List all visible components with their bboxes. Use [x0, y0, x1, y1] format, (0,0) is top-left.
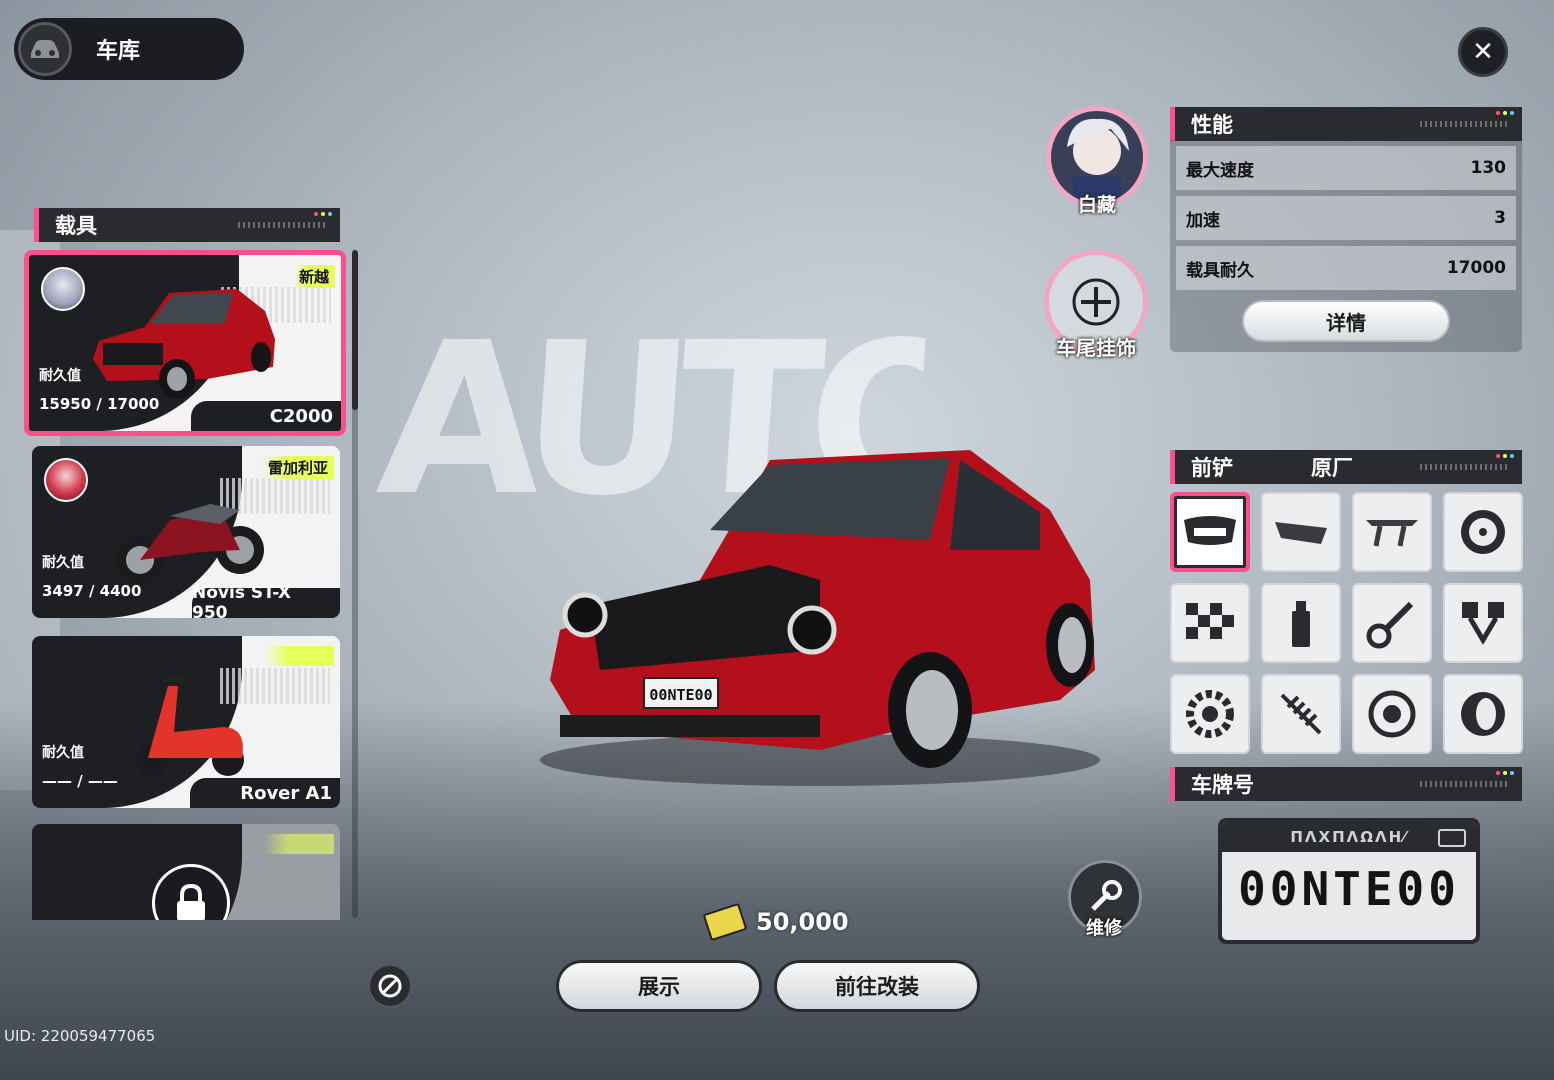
details-button[interactable]: 详情	[1242, 300, 1450, 342]
user-id: UID: 220059477065	[4, 1027, 156, 1045]
owner-avatar	[41, 267, 85, 311]
part-slot-spoiler[interactable]	[1352, 492, 1432, 572]
vehicle-name: Rover A1	[190, 778, 340, 808]
close-button[interactable]: ✕	[1458, 27, 1508, 77]
hide-ui-button[interactable]	[368, 964, 412, 1008]
vehicle-brand-badge: 新越	[292, 265, 335, 288]
tire-icon	[1461, 692, 1505, 736]
parts-header: 前铲 原厂	[1170, 450, 1522, 484]
performance-title: 性能	[1191, 113, 1233, 137]
suspension-arm-icon	[1366, 601, 1414, 649]
character-name: 白藏	[1077, 194, 1116, 216]
spray-can-icon	[1292, 601, 1310, 647]
cash-icon	[702, 902, 748, 942]
vehicle-thumbnail	[93, 289, 275, 399]
stat-value: 130	[1470, 158, 1507, 178]
part-slot-rear-bumper[interactable]	[1261, 492, 1341, 572]
vehicle-card-locked[interactable]	[32, 824, 340, 920]
close-icon: ✕	[1472, 37, 1494, 67]
parts-grid	[1170, 492, 1524, 756]
part-slot-paint[interactable]	[1261, 583, 1341, 663]
svg-text:00NTE00: 00NTE00	[649, 686, 712, 704]
vehicle-list[interactable]: 新越 耐久值 15950 / 17000 C2000 雷加利亚 耐久值 3497…	[24, 250, 346, 920]
plate-header: 车牌号	[1170, 767, 1522, 801]
part-slot-tire[interactable]	[1443, 674, 1523, 754]
garage-header: 车库	[14, 18, 244, 80]
spoiler-icon	[1366, 520, 1418, 547]
part-slot-livery[interactable]	[1170, 583, 1250, 663]
rear-bumper-icon	[1275, 522, 1327, 544]
go-modify-button[interactable]: 前往改装	[774, 960, 980, 1012]
vehicle-thumbnail	[136, 676, 244, 776]
part-slot-turbo[interactable]	[1170, 674, 1250, 754]
part-slot-engine[interactable]	[1443, 583, 1523, 663]
stat-label: 载具耐久	[1186, 260, 1254, 281]
checker-livery-icon	[1186, 603, 1234, 639]
front-bumper-icon	[1184, 516, 1236, 545]
part-category: 前铲	[1191, 456, 1233, 480]
stat-durability: 载具耐久 17000	[1176, 246, 1516, 290]
vehicle-card-c2000[interactable]: 新越 耐久值 15950 / 17000 C2000	[24, 250, 346, 436]
vehicle-brand-badge	[264, 646, 334, 666]
spring-icon	[1280, 693, 1322, 735]
durability-label: 耐久值	[42, 555, 84, 571]
durability-value: 3497 / 4400	[42, 582, 142, 600]
part-slot-front-bumper[interactable]	[1170, 492, 1250, 572]
plate-number: 00NTE00	[1238, 862, 1460, 916]
part-slot-suspension[interactable]	[1352, 583, 1432, 663]
wrench-icon	[1091, 880, 1122, 911]
display-button[interactable]: 展示	[556, 960, 762, 1012]
turbo-gear-icon	[1186, 690, 1234, 738]
vehicle-list-scrollbar[interactable]	[352, 250, 358, 918]
brake-disc-icon	[1368, 690, 1416, 738]
durability-value: 15950 / 17000	[39, 395, 160, 413]
vehicle-name: C2000	[191, 401, 341, 431]
vehicle-name: Novis ST-X 950	[192, 583, 340, 618]
part-slot-shock[interactable]	[1261, 674, 1341, 754]
performance-header: 性能	[1170, 107, 1522, 141]
plate-title: 车牌号	[1191, 773, 1254, 797]
vehicle-card-rover[interactable]: 耐久值 —— / —— Rover A1	[32, 636, 340, 808]
license-plate[interactable]: ΠΛΧΠΛΩΛΗ⁄ 00NTE00	[1218, 818, 1480, 944]
tail-ornament-label: 车尾挂饰	[1056, 336, 1136, 360]
vehicles-panel-title: 载具	[55, 214, 97, 238]
add-icon	[1072, 278, 1120, 326]
page-title: 车库	[96, 39, 141, 64]
currency-amount: 50,000	[756, 908, 849, 936]
stat-acceleration: 加速 3	[1176, 196, 1516, 240]
vehicles-panel-header: 载具	[34, 208, 340, 242]
durability-label: 耐久值	[39, 368, 81, 384]
durability-label: 耐久值	[42, 745, 84, 761]
owner-avatar	[44, 458, 88, 502]
part-slot-brake[interactable]	[1352, 674, 1432, 754]
wheel-rim-icon	[1461, 510, 1505, 554]
performance-panel: 最大速度 130 加速 3 载具耐久 17000 详情	[1170, 140, 1522, 352]
currency-display: 50,000	[702, 902, 849, 942]
stat-label: 最大速度	[1186, 160, 1254, 181]
repair-label: 维修	[1086, 918, 1122, 939]
part-current: 原厂	[1311, 456, 1353, 480]
vehicle-thumbnail	[116, 504, 264, 584]
hide-icon	[378, 974, 402, 998]
stat-label: 加速	[1186, 210, 1220, 231]
stat-top-speed: 最大速度 130	[1176, 146, 1516, 190]
durability-value: —— / ——	[42, 772, 118, 790]
vehicle-brand-badge	[264, 834, 334, 854]
edit-plate-icon[interactable]	[1438, 829, 1466, 847]
part-slot-rim[interactable]	[1443, 492, 1523, 572]
garage-car-icon	[18, 22, 72, 76]
vehicle-brand-badge: 雷加利亚	[261, 456, 334, 479]
piston-icon	[1462, 602, 1504, 645]
vehicle-card-novis[interactable]: 雷加利亚 耐久值 3497 / 4400 Novis ST-X 950	[32, 446, 340, 618]
stat-value: 17000	[1446, 258, 1506, 278]
stat-value: 3	[1494, 208, 1506, 228]
showcase-car: 00NTE00	[540, 450, 1100, 786]
